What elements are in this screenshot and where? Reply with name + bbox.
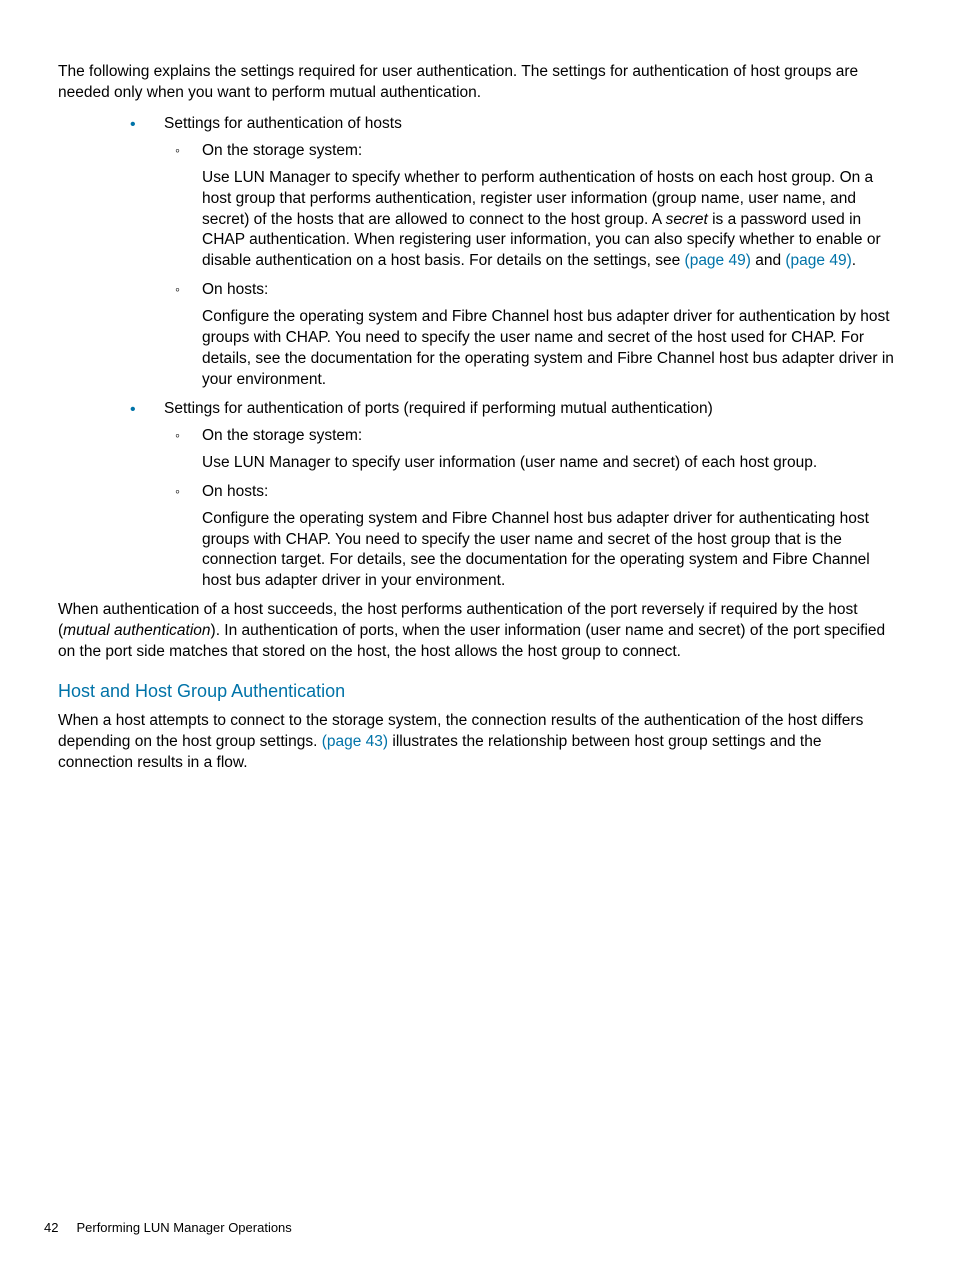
intro-paragraph: The following explains the settings requ… bbox=[58, 62, 896, 104]
section-paragraph: When a host attempts to connect to the s… bbox=[58, 711, 896, 774]
list-item: Settings for authentication of ports (re… bbox=[58, 399, 896, 592]
sub-list: On the storage system: Use LUN Manager t… bbox=[164, 426, 896, 592]
page-link-43[interactable]: (page 43) bbox=[322, 733, 388, 750]
settings-list: Settings for authentication of hosts On … bbox=[58, 114, 896, 592]
page-link-49b[interactable]: (page 49) bbox=[785, 252, 851, 269]
page-number: 42 bbox=[44, 1220, 58, 1235]
page-content: The following explains the settings requ… bbox=[0, 0, 954, 774]
sub-item-body: Configure the operating system and Fibre… bbox=[202, 509, 896, 593]
page-footer: 42 Performing LUN Manager Operations bbox=[44, 1219, 292, 1237]
list-item: On hosts: Configure the operating system… bbox=[164, 280, 896, 391]
list-item: On the storage system: Use LUN Manager t… bbox=[164, 426, 896, 474]
secret-term: secret bbox=[666, 211, 708, 228]
list-item: Settings for authentication of hosts On … bbox=[58, 114, 896, 391]
sub-item-body: Configure the operating system and Fibre… bbox=[202, 307, 896, 391]
footer-title: Performing LUN Manager Operations bbox=[76, 1220, 291, 1235]
sub-item-label: On the storage system: bbox=[202, 426, 896, 447]
text-fragment: . bbox=[852, 252, 856, 269]
text-fragment: and bbox=[751, 252, 785, 269]
list-item: On the storage system: Use LUN Manager t… bbox=[164, 141, 896, 273]
sub-item-label: On hosts: bbox=[202, 482, 896, 503]
sub-item-label: On hosts: bbox=[202, 280, 896, 301]
sub-item-body: Use LUN Manager to specify user informat… bbox=[202, 453, 896, 474]
sub-list: On the storage system: Use LUN Manager t… bbox=[164, 141, 896, 391]
section-heading: Host and Host Group Authentication bbox=[58, 679, 896, 703]
sub-item-label: On the storage system: bbox=[202, 141, 896, 162]
mutual-auth-term: mutual authentication bbox=[63, 622, 210, 639]
page-link-49a[interactable]: (page 49) bbox=[685, 252, 751, 269]
list-item: On hosts: Configure the operating system… bbox=[164, 482, 896, 593]
list-item-label: Settings for authentication of hosts bbox=[164, 114, 896, 135]
list-item-label: Settings for authentication of ports (re… bbox=[164, 399, 896, 420]
sub-item-body: Use LUN Manager to specify whether to pe… bbox=[202, 168, 896, 273]
mutual-auth-paragraph: When authentication of a host succeeds, … bbox=[58, 600, 896, 663]
